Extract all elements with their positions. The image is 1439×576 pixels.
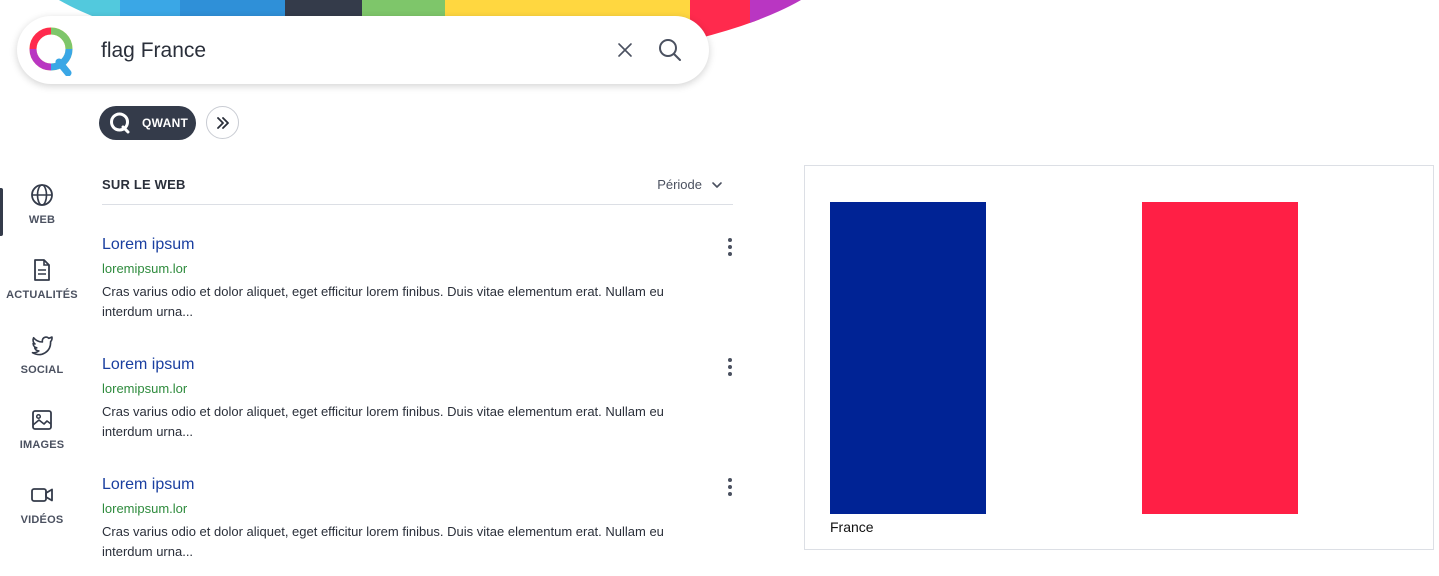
section-title: SUR LE WEB <box>102 177 186 192</box>
nav-label-social: SOCIAL <box>20 364 64 376</box>
result-snippet: Cras varius odio et dolor aliquet, eget … <box>102 524 664 559</box>
nav-label-videos: VIDÉOS <box>20 514 64 526</box>
period-filter[interactable]: Période <box>657 177 723 192</box>
result-item: Lorem ipsum loremipsum.lor Cras varius o… <box>102 476 742 576</box>
video-icon <box>31 488 53 502</box>
nav-label-actualites: ACTUALITÉS <box>6 289 78 301</box>
image-result-panel: France <box>804 165 1434 550</box>
result-item: Lorem ipsum loremipsum.lor Cras varius o… <box>102 236 742 336</box>
image-caption: France <box>830 519 874 535</box>
nav-item-videos[interactable]: VIDÉOS <box>0 480 84 546</box>
double-chevron-right-icon <box>216 116 229 129</box>
qwant-logo-icon[interactable] <box>26 24 78 76</box>
france-flag-image[interactable] <box>830 202 1298 514</box>
nav-label-images: IMAGES <box>19 439 65 451</box>
document-icon <box>34 259 50 281</box>
nav-label-web: WEB <box>28 214 56 226</box>
result-title-link[interactable]: Lorem ipsum <box>102 236 194 254</box>
more-options-icon[interactable] <box>722 476 738 498</box>
result-title-link[interactable]: Lorem ipsum <box>102 356 194 374</box>
qwant-pill-label: QWANT <box>142 116 189 130</box>
nav-item-actualites[interactable]: ACTUALITÉS <box>0 255 84 321</box>
more-sources-button[interactable] <box>206 106 239 139</box>
close-icon[interactable] <box>614 39 636 61</box>
chevron-down-icon <box>712 181 722 188</box>
nav-item-web[interactable]: WEB <box>0 180 84 246</box>
flag-white-band <box>986 202 1142 514</box>
result-url[interactable]: loremipsum.lor <box>102 261 187 276</box>
nav-active-indicator <box>0 188 3 236</box>
result-snippet: Cras varius odio et dolor aliquet, eget … <box>102 404 664 439</box>
more-options-icon[interactable] <box>722 356 738 378</box>
result-snippet: Cras varius odio et dolor aliquet, eget … <box>102 284 664 319</box>
flag-blue-band <box>830 202 986 514</box>
globe-icon <box>31 184 53 206</box>
twitter-icon <box>31 336 53 356</box>
search-icon[interactable] <box>657 37 683 63</box>
qwant-q-icon <box>110 112 130 134</box>
image-icon <box>32 410 52 430</box>
qwant-source-button[interactable]: QWANT <box>99 106 196 140</box>
search-bar <box>17 16 709 84</box>
results-section-header: SUR LE WEB Période <box>102 170 733 205</box>
result-item: Lorem ipsum loremipsum.lor Cras varius o… <box>102 356 742 456</box>
search-input[interactable] <box>99 34 583 68</box>
nav-item-social[interactable]: SOCIAL <box>0 330 84 396</box>
result-url[interactable]: loremipsum.lor <box>102 381 187 396</box>
result-url[interactable]: loremipsum.lor <box>102 501 187 516</box>
flag-red-band <box>1142 202 1298 514</box>
result-title-link[interactable]: Lorem ipsum <box>102 476 194 494</box>
nav-item-images[interactable]: IMAGES <box>0 405 84 471</box>
more-options-icon[interactable] <box>722 236 738 258</box>
period-filter-label: Période <box>657 177 702 192</box>
